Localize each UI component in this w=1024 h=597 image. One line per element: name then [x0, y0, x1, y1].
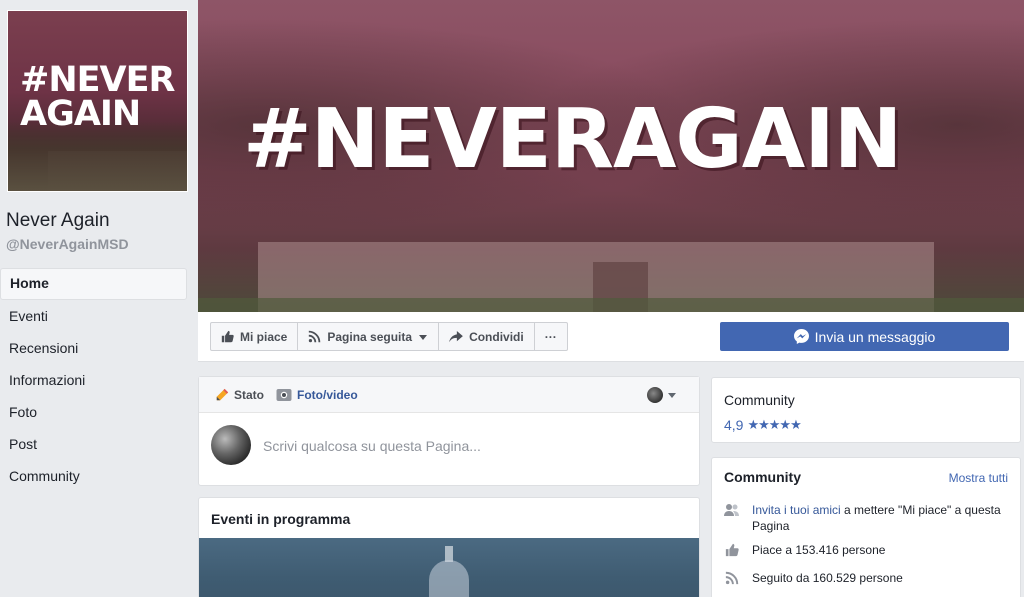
nav-item-home[interactable]: Home — [0, 268, 187, 300]
follow-button[interactable]: Pagina seguita — [298, 323, 440, 350]
send-message-button[interactable]: Invia un messaggio — [720, 322, 1009, 351]
profile-picture-text: #NEVER AGAIN — [20, 60, 175, 134]
community-card: Community Mostra tutti Invita i tuoi ami… — [711, 457, 1021, 597]
like-button[interactable]: Mi piace — [211, 323, 299, 350]
community-rating-card: Community 4,9 ★★★★★ — [711, 377, 1021, 443]
left-column: #NEVER AGAIN Never Again @NeverAgainMSD … — [0, 0, 196, 597]
community-title: Community — [724, 469, 801, 485]
follow-button-label: Pagina seguita — [327, 329, 413, 344]
profile-text-line1: #NEVER — [20, 60, 175, 100]
see-all-link[interactable]: Mostra tutti — [949, 471, 1008, 485]
follows-row: Seguito da 160.529 persone — [724, 570, 1010, 586]
likes-row: Piace a 153.416 persone — [724, 542, 1010, 558]
upcoming-events-card: Eventi in programma — [198, 497, 700, 597]
action-bar: Mi piace Pagina seguita Condividi ··· In… — [198, 312, 1024, 362]
thumbs-up-icon — [725, 543, 739, 557]
page-name[interactable]: Never Again — [6, 210, 110, 232]
tab-status-label: Stato — [234, 387, 264, 402]
post-as-avatar — [647, 387, 663, 403]
post-composer: Stato Foto/video Scrivi qualcosa su ques… — [198, 376, 700, 486]
thumbs-up-icon — [221, 330, 234, 343]
composer-avatar — [211, 425, 251, 465]
rating-stars: ★★★★★ — [747, 417, 801, 432]
page-nav: Home Eventi Recensioni Informazioni Foto… — [0, 268, 187, 492]
rating-value-row[interactable]: 4,9 ★★★★★ — [724, 417, 802, 433]
nav-item-posts[interactable]: Post — [0, 428, 187, 460]
tab-photo-video[interactable]: Foto/video — [276, 388, 358, 402]
follows-count-text: Seguito da 160.529 persone — [752, 571, 903, 585]
tab-photo-video-label: Foto/video — [297, 387, 358, 402]
like-button-label: Mi piace — [240, 329, 288, 344]
rss-icon — [309, 330, 321, 343]
send-message-label: Invia un messaggio — [814, 328, 936, 345]
action-button-group: Mi piace Pagina seguita Condividi ··· — [210, 322, 568, 351]
invite-friends-row: Invita i tuoi amici a mettere "Mi piace"… — [724, 502, 1010, 534]
share-arrow-icon — [449, 330, 463, 342]
composer-tabs: Stato Foto/video — [199, 377, 699, 413]
chevron-down-icon — [419, 334, 428, 340]
rating-value: 4,9 — [724, 417, 744, 433]
nav-item-reviews[interactable]: Recensioni — [0, 332, 187, 364]
share-button-label: Condividi — [469, 329, 524, 344]
tab-status[interactable]: Stato — [215, 388, 264, 402]
post-as-selector[interactable] — [647, 387, 677, 403]
more-options-button[interactable]: ··· — [535, 323, 567, 350]
composer-input[interactable]: Scrivi qualcosa su questa Pagina... — [263, 438, 481, 454]
invite-friends-icon — [724, 504, 739, 516]
event-cover-image[interactable] — [199, 538, 699, 597]
cover-photo[interactable]: #NEVERAGAIN — [198, 0, 1024, 312]
composer-body: Scrivi qualcosa su questa Pagina... — [199, 413, 699, 485]
nav-item-community[interactable]: Community — [0, 460, 187, 492]
rss-icon — [725, 571, 739, 585]
invite-friends-link[interactable]: Invita i tuoi amici — [752, 503, 841, 517]
invite-friends-text: Invita i tuoi amici a mettere "Mi piace"… — [752, 502, 1010, 534]
upcoming-events-title: Eventi in programma — [211, 511, 351, 527]
nav-item-info[interactable]: Informazioni — [0, 364, 187, 396]
cover-ground — [198, 298, 1024, 312]
share-button[interactable]: Condividi — [439, 323, 535, 350]
likes-count-text: Piace a 153.416 persone — [752, 543, 886, 557]
camera-icon — [276, 388, 292, 401]
profile-text-line2: AGAIN — [20, 94, 141, 134]
chevron-down-icon — [668, 393, 676, 398]
cover-title: #NEVERAGAIN — [243, 92, 902, 187]
messenger-icon — [793, 329, 809, 344]
more-options-label: ··· — [544, 329, 557, 344]
capitol-dome — [429, 560, 469, 597]
pencil-icon — [216, 388, 229, 400]
page-handle[interactable]: @NeverAgainMSD — [6, 236, 129, 252]
nav-item-events[interactable]: Eventi — [0, 300, 187, 332]
profile-picture[interactable]: #NEVER AGAIN — [7, 10, 188, 192]
nav-item-photos[interactable]: Foto — [0, 396, 187, 428]
rating-title: Community — [724, 392, 795, 408]
